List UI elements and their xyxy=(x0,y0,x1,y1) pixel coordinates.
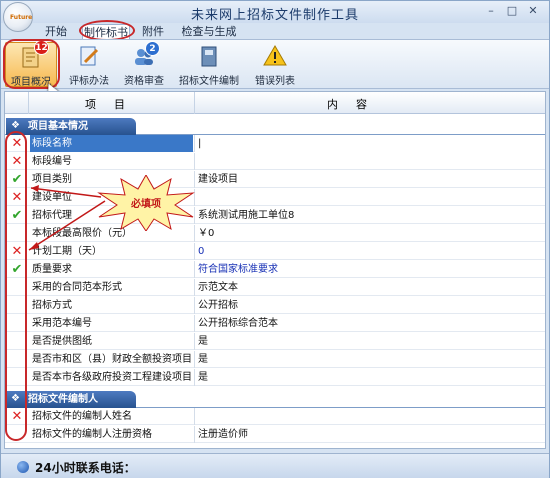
app-window: 未来网上招标文件制作工具 – □ ✕ Future 开始 制作标书 附件 检查与… xyxy=(0,0,550,478)
status-bar: 24小时联系电话： xyxy=(1,453,549,478)
logo-text: Future xyxy=(10,14,33,21)
callout-text: 必填项 xyxy=(131,199,161,210)
callout-arrows xyxy=(28,185,106,251)
required-field-callout: 必填项 xyxy=(97,173,195,232)
info-dot-icon xyxy=(17,461,29,473)
contact-phone-text: 24小时联系电话： xyxy=(35,461,136,475)
app-logo[interactable]: Future xyxy=(3,2,33,32)
